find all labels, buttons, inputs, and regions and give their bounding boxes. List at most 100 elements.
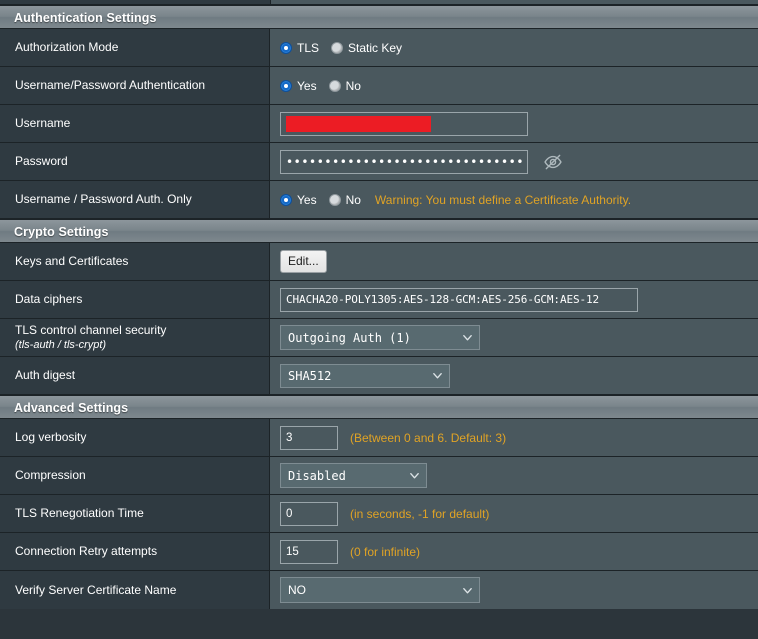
label-tls-control-channel-security: TLS control channel security (tls-auth /…	[0, 319, 270, 356]
row-password: Password •••••••••••••••••••••••••••••••	[0, 143, 758, 181]
row-verify-server-certificate-name: Verify Server Certificate Name NO	[0, 571, 758, 609]
row-keys-and-certificates: Keys and Certificates Edit...	[0, 243, 758, 281]
connection-retry-attempts-input[interactable]: 15	[280, 539, 338, 564]
label-text: Log verbosity	[15, 430, 87, 444]
row-username-password-auth-only: Username / Password Auth. Only Yes No Wa…	[0, 181, 758, 219]
row-authorization-mode: Authorization Mode TLS Static Key	[0, 29, 758, 67]
edit-keys-certificates-button[interactable]: Edit...	[280, 250, 327, 273]
value-auth-digest: SHA512	[270, 357, 758, 394]
label-compression: Compression	[0, 457, 270, 494]
radio-group-auth-only: Yes No	[280, 193, 367, 207]
certificate-authority-warning: Warning: You must define a Certificate A…	[374, 192, 632, 207]
label-authorization-mode: Authorization Mode	[0, 29, 270, 66]
row-tls-renegotiation-time: TLS Renegotiation Time 0 (in seconds, -1…	[0, 495, 758, 533]
row-compression: Compression Disabled	[0, 457, 758, 495]
radio-group-authorization-mode: TLS Static Key	[280, 41, 408, 55]
row-username: Username	[0, 105, 758, 143]
row-connection-retry-attempts: Connection Retry attempts 15 (0 for infi…	[0, 533, 758, 571]
value-verify-server-certificate-name: NO	[270, 571, 758, 609]
chevron-down-icon	[432, 370, 443, 381]
log-verbosity-input[interactable]: 3	[280, 425, 338, 450]
label-text: Username/Password Authentication	[15, 78, 206, 92]
chevron-down-icon	[409, 470, 420, 481]
label-text: Password	[15, 154, 68, 168]
auth-digest-select[interactable]: SHA512	[280, 363, 450, 388]
row-auth-digest: Auth digest SHA512	[0, 357, 758, 395]
radio-indicator-static-key[interactable]	[331, 41, 344, 54]
tls-control-channel-select[interactable]: Outgoing Auth (1)	[280, 325, 480, 350]
radio-option-auth-only-no[interactable]: No	[328, 192, 361, 207]
row-username-password-authentication: Username/Password Authentication Yes No	[0, 67, 758, 105]
radio-option-auth-only-yes[interactable]: Yes	[280, 193, 317, 207]
radio-option-upauth-yes[interactable]: Yes	[280, 79, 317, 93]
value-keys-and-certificates: Edit...	[270, 243, 758, 280]
vpn-client-settings-panel: Authentication Settings Authorization Mo…	[0, 0, 758, 639]
radio-indicator-upauth-no[interactable]	[328, 79, 341, 92]
label-text: Verify Server Certificate Name	[15, 582, 177, 597]
value-tls-renegotiation-time: 0 (in seconds, -1 for default)	[270, 495, 758, 532]
log-verbosity-hint: (Between 0 and 6. Default: 3)	[350, 430, 507, 445]
section-header-crypto: Crypto Settings	[0, 219, 758, 243]
label-username: Username	[0, 105, 270, 142]
select-value: SHA512	[288, 368, 332, 383]
radio-indicator-auth-only-no[interactable]	[328, 193, 341, 206]
label-text: Auth digest	[15, 368, 76, 382]
label-text: Compression	[15, 468, 86, 482]
tls-renegotiation-time-input[interactable]: 0	[280, 501, 338, 526]
radio-option-static-key[interactable]: Static Key	[331, 41, 402, 55]
label-log-verbosity: Log verbosity	[0, 419, 270, 456]
value-compression: Disabled	[270, 457, 758, 494]
value-authorization-mode: TLS Static Key	[270, 29, 758, 66]
sliver-value-cell	[271, 0, 758, 4]
radio-label-auth-only-yes: Yes	[297, 192, 317, 207]
section-header-advanced: Advanced Settings	[0, 395, 758, 419]
radio-label-tls: TLS	[297, 40, 320, 55]
compression-select[interactable]: Disabled	[280, 463, 427, 488]
label-text: Username / Password Auth. Only	[15, 192, 192, 206]
data-ciphers-input[interactable]: CHACHA20-POLY1305:AES-128-GCM:AES-256-GC…	[280, 287, 638, 312]
value-password: •••••••••••••••••••••••••••••••	[270, 143, 758, 180]
sliver-label-cell	[0, 0, 271, 4]
label-username-password-auth-only: Username / Password Auth. Only	[0, 181, 270, 218]
label-verify-server-certificate-name: Verify Server Certificate Name	[0, 571, 270, 609]
label-data-ciphers: Data ciphers	[0, 281, 270, 318]
label-text: Connection Retry attempts	[15, 544, 158, 558]
value-connection-retry-attempts: 15 (0 for infinite)	[270, 533, 758, 570]
label-text: TLS control channel security	[15, 322, 167, 337]
row-data-ciphers: Data ciphers CHACHA20-POLY1305:AES-128-G…	[0, 281, 758, 319]
verify-server-certificate-name-select[interactable]: NO	[280, 577, 480, 603]
value-username-password-authentication: Yes No	[270, 67, 758, 104]
radio-indicator-tls[interactable]	[280, 41, 292, 54]
label-keys-and-certificates: Keys and Certificates	[0, 243, 270, 280]
radio-indicator-upauth-yes[interactable]	[280, 79, 292, 92]
value-tls-control-channel-security: Outgoing Auth (1)	[270, 319, 758, 356]
label-text: Authorization Mode	[15, 40, 119, 54]
radio-label-auth-only-no: No	[345, 192, 361, 207]
connection-retry-attempts-hint: (0 for infinite)	[350, 544, 421, 559]
eye-slash-icon[interactable]	[543, 152, 563, 172]
value-data-ciphers: CHACHA20-POLY1305:AES-128-GCM:AES-256-GC…	[270, 281, 758, 318]
password-input[interactable]: •••••••••••••••••••••••••••••••	[280, 149, 528, 174]
select-value: Outgoing Auth (1)	[288, 330, 411, 345]
username-redaction-overlay	[286, 115, 431, 132]
radio-indicator-auth-only-yes[interactable]	[280, 193, 292, 206]
label-username-password-authentication: Username/Password Authentication	[0, 67, 270, 104]
chevron-down-icon	[462, 585, 473, 596]
radio-label-upauth-no: No	[345, 78, 361, 93]
radio-option-upauth-no[interactable]: No	[328, 78, 361, 93]
row-tls-control-channel-security: TLS control channel security (tls-auth /…	[0, 319, 758, 357]
label-auth-digest: Auth digest	[0, 357, 270, 394]
label-text: Keys and Certificates	[15, 254, 129, 268]
label-tls-renegotiation-time: TLS Renegotiation Time	[0, 495, 270, 532]
value-username	[270, 105, 758, 142]
password-masked-value: •••••••••••••••••••••••••••••••	[286, 154, 525, 169]
radio-label-static-key: Static Key	[348, 40, 403, 55]
label-text: TLS Renegotiation Time	[15, 506, 144, 520]
row-log-verbosity: Log verbosity 3 (Between 0 and 6. Defaul…	[0, 419, 758, 457]
radio-option-tls[interactable]: TLS	[280, 41, 319, 55]
username-input[interactable]	[280, 111, 528, 136]
label-sub-text: (tls-auth / tls-crypt)	[15, 338, 107, 351]
select-value: Disabled	[288, 468, 346, 483]
label-password: Password	[0, 143, 270, 180]
select-value: NO	[288, 583, 306, 597]
